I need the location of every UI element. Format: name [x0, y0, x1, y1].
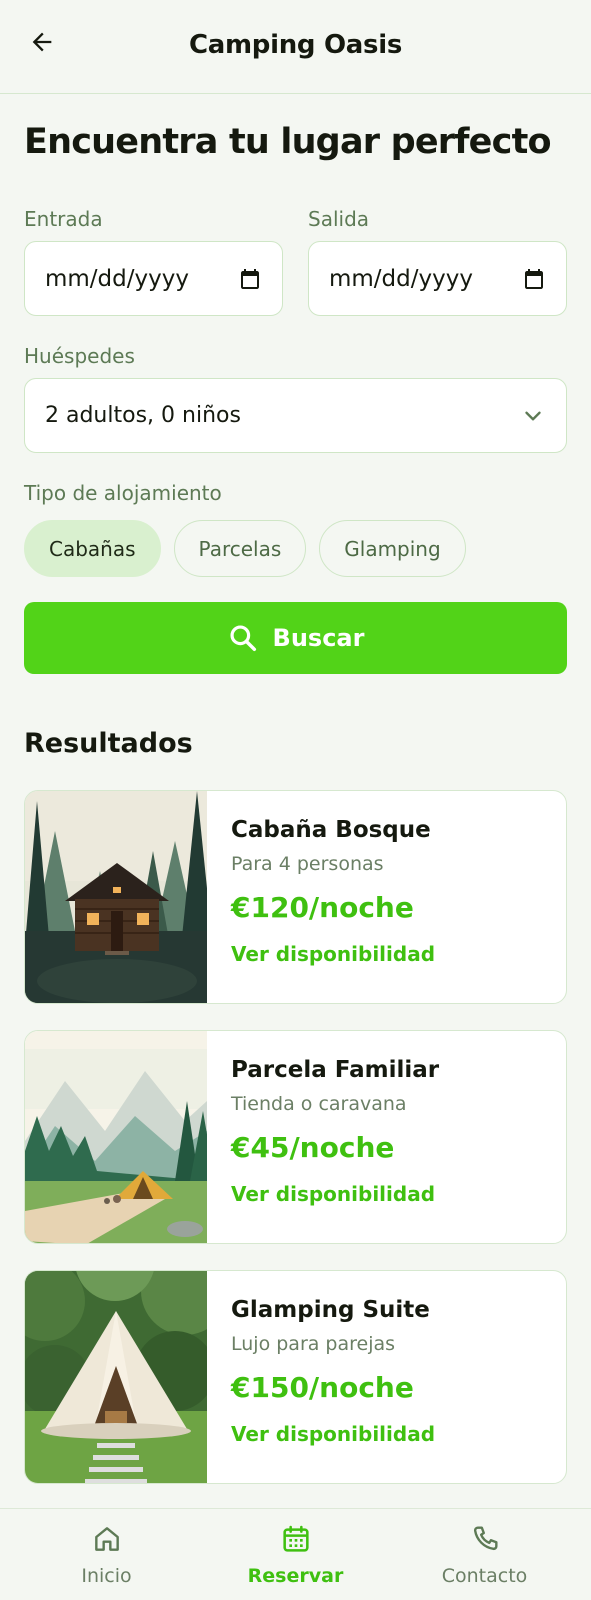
phone-icon	[473, 1526, 498, 1551]
chip-glamping[interactable]: Glamping	[319, 520, 466, 577]
guests-value: 2 adultos, 0 niños	[45, 403, 241, 428]
result-name: Parcela Familiar	[231, 1057, 440, 1083]
checkin-label: Entrada	[24, 207, 103, 231]
result-price: €150/noche	[231, 1371, 414, 1404]
result-card[interactable]: Parcela Familiar Tienda o caravana €45/n…	[24, 1030, 567, 1244]
nav-item-inicio[interactable]: Inicio	[8, 1509, 205, 1600]
chevron-down-icon	[525, 411, 541, 420]
nav-item-contacto[interactable]: Contacto	[386, 1509, 583, 1600]
cabin-image	[25, 791, 207, 1003]
search-button[interactable]: Buscar	[24, 602, 567, 674]
calendar-icon[interactable]	[522, 267, 546, 291]
availability-link[interactable]: Ver disponibilidad	[231, 942, 554, 966]
page-heading: Encuentra tu lugar perfecto	[24, 122, 552, 162]
checkin-date-value: mm/dd/yyyy	[45, 265, 189, 292]
availability-link[interactable]: Ver disponibilidad	[231, 1422, 554, 1446]
home-icon	[94, 1527, 119, 1551]
bottom-nav: Inicio Reservar Contacto	[0, 1508, 591, 1600]
result-desc: Para 4 personas	[231, 853, 384, 875]
result-card[interactable]: Glamping Suite Lujo para parejas €150/no…	[24, 1270, 567, 1484]
nav-label-reservar: Reservar	[247, 1565, 344, 1587]
type-label: Tipo de alojamiento	[24, 481, 222, 505]
checkin-date-input[interactable]: mm/dd/yyyy	[24, 241, 283, 316]
checkout-label: Salida	[308, 207, 370, 231]
result-name: Glamping Suite	[231, 1297, 430, 1323]
checkout-date-value: mm/dd/yyyy	[329, 265, 473, 292]
nav-label-contacto: Contacto	[441, 1565, 528, 1587]
nav-item-reservar[interactable]: Reservar	[197, 1509, 394, 1600]
search-button-label: Buscar	[272, 624, 365, 652]
result-card[interactable]: Cabaña Bosque Para 4 personas €120/noche…	[24, 790, 567, 1004]
checkout-date-input[interactable]: mm/dd/yyyy	[308, 241, 567, 316]
availability-link[interactable]: Ver disponibilidad	[231, 1182, 554, 1206]
nav-label-inicio: Inicio	[81, 1565, 132, 1587]
result-price: €45/noche	[231, 1131, 395, 1164]
glamping-image	[25, 1271, 207, 1483]
search-icon	[229, 625, 256, 652]
result-desc: Tienda o caravana	[231, 1093, 407, 1115]
chip-parcelas[interactable]: Parcelas	[173, 520, 307, 577]
app-header: Camping Oasis	[0, 0, 591, 94]
result-name: Cabaña Bosque	[231, 817, 431, 843]
calendar-icon[interactable]	[238, 267, 262, 291]
chip-cabanas[interactable]: Cabañas	[24, 520, 161, 577]
app-title: Camping Oasis	[188, 30, 403, 60]
type-chips: Cabañas Parcelas Glamping	[24, 520, 466, 577]
guests-label: Huéspedes	[24, 344, 135, 368]
result-desc: Lujo para parejas	[231, 1333, 396, 1355]
campsite-image	[25, 1031, 207, 1243]
results-title: Resultados	[24, 728, 193, 759]
guests-select[interactable]: 2 adultos, 0 niños	[24, 378, 567, 453]
result-price: €120/noche	[231, 891, 414, 924]
calendar-icon	[282, 1525, 309, 1552]
